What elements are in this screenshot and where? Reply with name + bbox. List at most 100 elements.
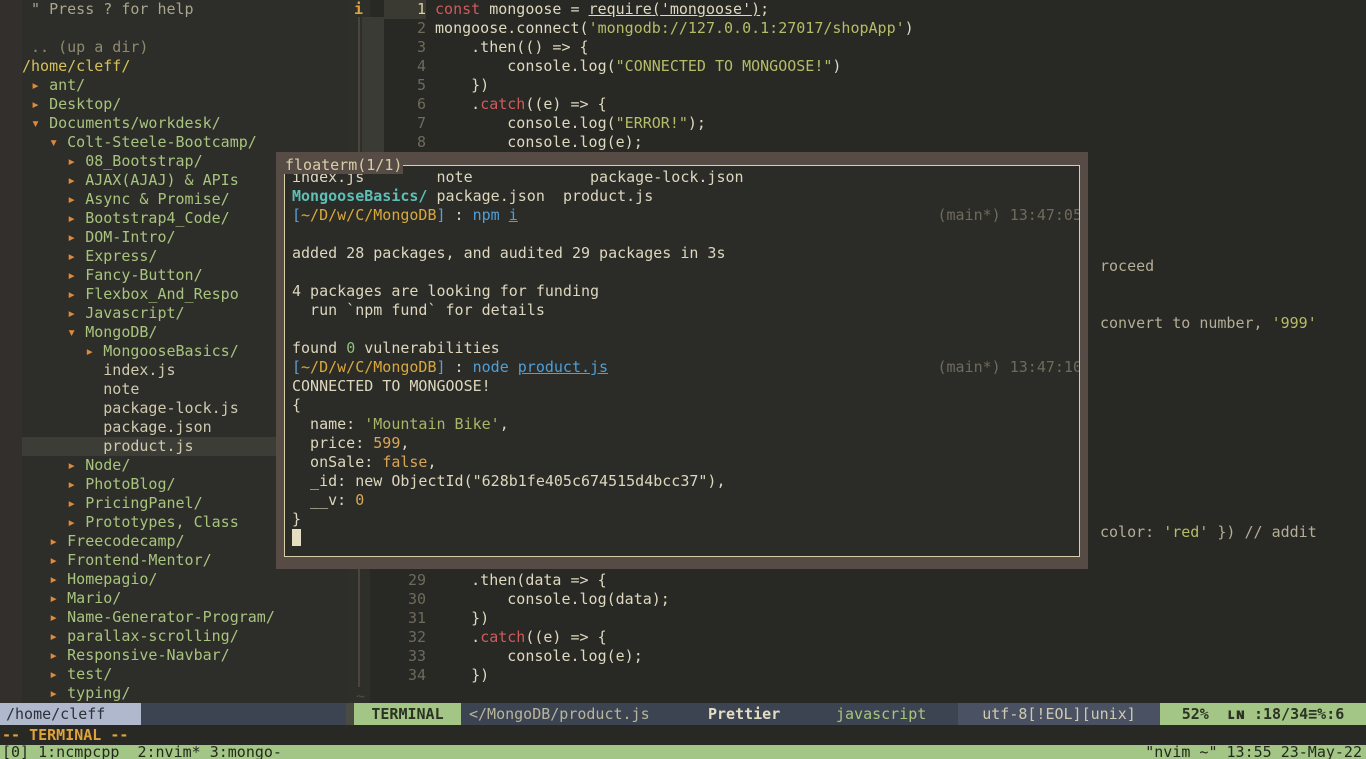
code-line: 32 .catch((e) => {: [384, 628, 607, 647]
terminal-line: 4 packages are looking for funding: [292, 282, 1079, 301]
terminal-token: node: [472, 358, 518, 376]
chevron-down-icon[interactable]: ▾: [31, 114, 49, 132]
tree-up-a-dir[interactable]: .. (up a dir): [22, 38, 348, 57]
tree-item-label: note: [103, 380, 140, 398]
tree-item-mario[interactable]: ▸ Mario/: [22, 589, 348, 608]
tree-item-test[interactable]: ▸ test/: [22, 665, 348, 684]
tmux-window-list[interactable]: [0] 1:ncmpcpp 2:nvim* 3:mongo-: [2, 742, 282, 759]
terminal-token: product.js: [517, 358, 609, 376]
tree-item-typing[interactable]: ▸ typing/: [22, 684, 348, 703]
chevron-right-icon[interactable]: ▸: [31, 95, 49, 113]
chevron-right-icon[interactable]: ▸: [67, 152, 85, 170]
code-token: catch: [480, 95, 526, 113]
statusline-filename: </MongoDB/product.js: [469, 705, 650, 723]
tree-item-label: package-lock.js: [103, 399, 239, 417]
floaterm-content[interactable]: index.js note package-lock.json MongooseB…: [284, 165, 1080, 557]
chevron-right-icon[interactable]: ▸: [49, 570, 67, 588]
tree-item-ant[interactable]: ▸ ant/: [22, 76, 348, 95]
line-number: 34: [407, 666, 426, 684]
statusline-formatter: Prettier: [708, 705, 781, 723]
chevron-right-icon[interactable]: ▸: [67, 494, 85, 512]
chevron-down-icon[interactable]: ▾: [67, 323, 85, 341]
tree-item-label: product.js: [103, 437, 194, 455]
tree-item-responsive-navbar[interactable]: ▸ Responsive-Navbar/: [22, 646, 348, 665]
tree-no-icon: [85, 361, 103, 379]
code-token: catch: [480, 628, 526, 646]
chevron-right-icon[interactable]: ▸: [49, 665, 67, 683]
code-token: }): [435, 76, 490, 94]
tree-item-label: Async & Promise/: [85, 190, 230, 208]
terminal-token: package-lock.json: [590, 168, 744, 186]
terminal-line: CONNECTED TO MONGOOSE!: [292, 377, 1079, 396]
tree-item-label: package.json: [103, 418, 212, 436]
tree-item-label: Desktop/: [49, 95, 122, 113]
chevron-right-icon[interactable]: ▸: [67, 513, 85, 531]
chevron-right-icon[interactable]: ▸: [67, 475, 85, 493]
line-number: 31: [407, 609, 426, 627]
chevron-right-icon[interactable]: ▸: [67, 266, 85, 284]
tree-item-label: Bootstrap4_Code/: [85, 209, 230, 227]
tree-item-label: MongooseBasics/: [103, 342, 239, 360]
tree-item-label: MongoDB/: [85, 323, 158, 341]
terminal-token: :: [445, 358, 473, 376]
chevron-right-icon[interactable]: ▸: [67, 209, 85, 227]
statusline-cwd: /home/cleff: [0, 703, 141, 725]
tree-item-label: DOM-Intro/: [85, 228, 176, 246]
chevron-right-icon[interactable]: ▸: [67, 456, 85, 474]
tree-item-desktop[interactable]: ▸ Desktop/: [22, 95, 348, 114]
code-token: );: [687, 114, 706, 132]
tree-item-documents-workdesk[interactable]: ▾ Documents/workdesk/: [22, 114, 348, 133]
chevron-right-icon[interactable]: ▸: [49, 532, 67, 550]
code-token: .: [435, 628, 481, 646]
code-token: console.log(: [435, 114, 616, 132]
code-line-background: color: 'red' }) // addit: [1100, 523, 1317, 542]
chevron-right-icon[interactable]: ▸: [67, 285, 85, 303]
floaterm-window[interactable]: floaterm(1/1) index.js note package-lock…: [276, 152, 1088, 569]
tree-item-name-generator-program[interactable]: ▸ Name-Generator-Program/: [22, 608, 348, 627]
chevron-right-icon[interactable]: ▸: [49, 684, 67, 702]
chevron-right-icon[interactable]: ▸: [67, 304, 85, 322]
code-token: '999': [1271, 314, 1317, 332]
tree-item-homepagio[interactable]: ▸ Homepagio/: [22, 570, 348, 589]
tree-item-label: parallax-scrolling/: [67, 627, 239, 645]
terminal-line: _id: new ObjectId("628b1fe405c674515d4bc…: [292, 472, 1079, 491]
chevron-right-icon[interactable]: ▸: [67, 171, 85, 189]
code-token: console.log(e);: [435, 647, 643, 665]
chevron-right-icon[interactable]: ▸: [49, 608, 67, 626]
chevron-right-icon[interactable]: ▸: [49, 627, 67, 645]
chevron-right-icon[interactable]: ▸: [49, 551, 67, 569]
line-number: 8: [416, 133, 426, 151]
line-number: 30: [407, 590, 426, 608]
chevron-right-icon[interactable]: ▸: [49, 646, 67, 664]
terminal-token: price:: [292, 434, 374, 452]
terminal-token: __v:: [292, 491, 356, 509]
tree-item-label: test/: [67, 665, 113, 683]
chevron-right-icon[interactable]: ▸: [85, 342, 103, 360]
tree-item-parallax-scrolling[interactable]: ▸ parallax-scrolling/: [22, 627, 348, 646]
chevron-down-icon[interactable]: ▾: [49, 133, 67, 151]
chevron-right-icon[interactable]: ▸: [67, 190, 85, 208]
chevron-right-icon[interactable]: ▸: [31, 76, 49, 94]
statusline-gap: [346, 703, 354, 725]
chevron-right-icon[interactable]: ▸: [49, 589, 67, 607]
code-token: mongoose =: [489, 0, 589, 18]
tree-item-colt-steele-bootcamp[interactable]: ▾ Colt-Steele-Bootcamp/: [22, 133, 348, 152]
code-token: color:: [1100, 523, 1164, 541]
tree-item-label: PhotoBlog/: [85, 475, 176, 493]
chevron-right-icon[interactable]: ▸: [67, 247, 85, 265]
terminal-line: [~/D/w/C/MongoDB] : node product.js (main…: [292, 358, 1079, 377]
code-line: 2 mongoose.connect('mongodb://127.0.0.1:…: [384, 19, 914, 38]
chevron-right-icon[interactable]: ▸: [67, 228, 85, 246]
code-token: convert to number,: [1100, 314, 1272, 332]
code-token: .then(() => {: [435, 38, 589, 56]
